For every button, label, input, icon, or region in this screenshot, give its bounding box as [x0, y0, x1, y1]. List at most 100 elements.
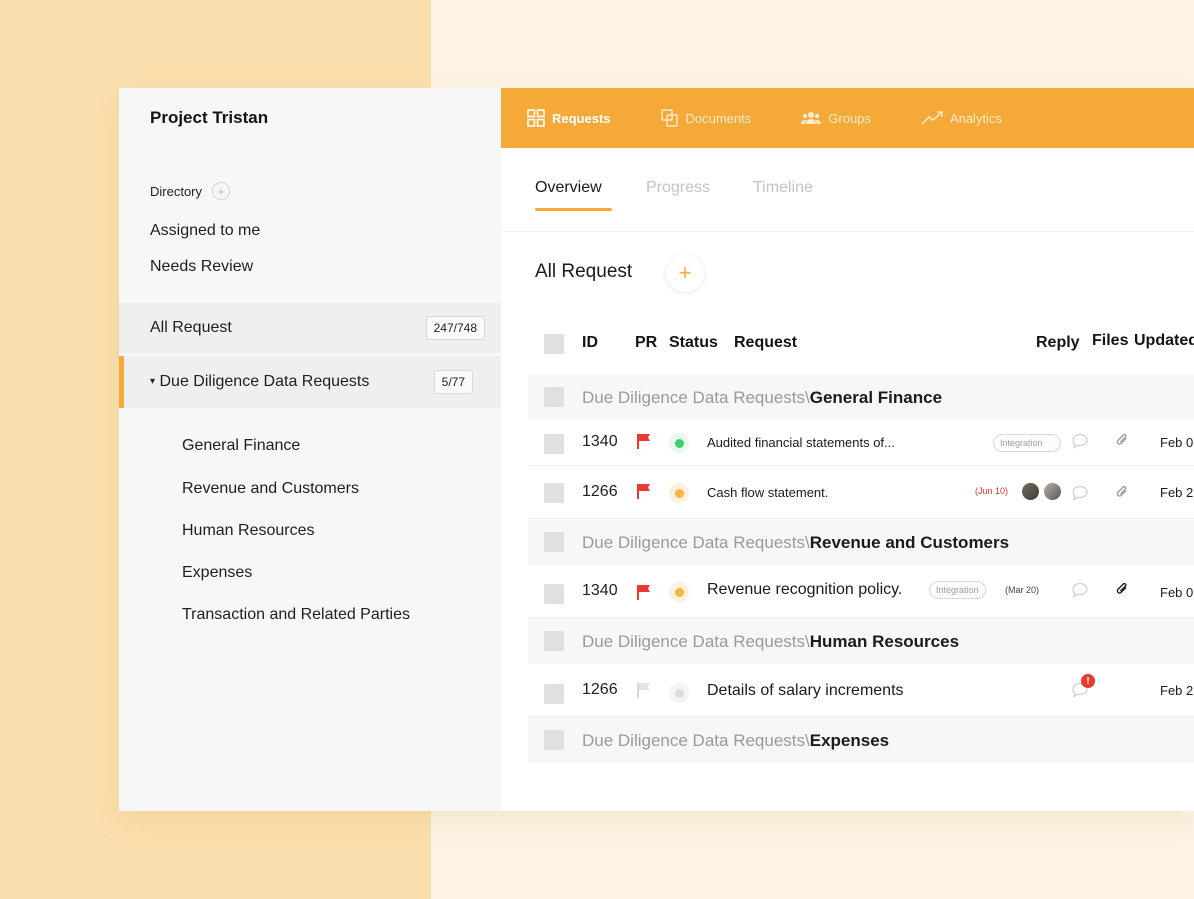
directory-label: Directory	[150, 183, 203, 199]
status-indicator[interactable]	[669, 683, 689, 703]
comment-icon[interactable]	[1071, 485, 1089, 502]
active-indicator	[119, 356, 124, 408]
sidebar-subitem-revenue-and-customers[interactable]: Revenue and Customers	[182, 480, 359, 498]
row-checkbox[interactable]	[544, 483, 564, 503]
sidebar-item-assigned-to-me[interactable]: Assigned to me	[150, 222, 260, 240]
add-directory-button[interactable]: +	[212, 182, 231, 200]
select-all-checkbox[interactable]	[544, 334, 564, 354]
row-checkbox[interactable]	[544, 387, 564, 407]
tab-timeline[interactable]: Timeline	[753, 179, 813, 197]
status-indicator[interactable]	[669, 483, 689, 503]
attachment-icon[interactable]	[1115, 432, 1129, 448]
avatar[interactable]	[1020, 481, 1041, 502]
row-checkbox[interactable]	[544, 584, 564, 604]
table-row[interactable]: 1266 Cash flow statement. (Jun 10) Feb 2	[528, 467, 1194, 519]
nav-requests[interactable]: Requests	[527, 109, 611, 127]
request-id: 1266	[582, 681, 618, 698]
group-row-revenue-and-customers[interactable]: Due Diligence Data Requests\Revenue and …	[528, 519, 1194, 565]
request-text[interactable]: Audited financial statements of...	[707, 435, 895, 450]
nav-label: Documents	[685, 110, 752, 126]
active-tab-underline	[535, 208, 612, 211]
request-text[interactable]: Cash flow statement.	[707, 485, 828, 500]
row-checkbox[interactable]	[544, 631, 564, 651]
request-id: 1266	[582, 483, 618, 500]
column-header-id[interactable]: ID	[582, 334, 598, 352]
app-window: Project Tristan Directory + Assigned to …	[119, 88, 1194, 811]
integration-tag: Integration	[993, 434, 1061, 452]
group-row-expenses[interactable]: Due Diligence Data Requests\Expenses	[528, 717, 1194, 763]
column-header-request[interactable]: Request	[734, 334, 797, 352]
group-prefix: Due Diligence Data Requests	[582, 731, 806, 750]
groups-icon	[801, 112, 822, 124]
column-header-files[interactable]: Files	[1092, 332, 1128, 350]
add-request-button[interactable]: +	[666, 254, 704, 292]
count-badge: 247/748	[425, 316, 485, 340]
row-checkbox[interactable]	[544, 730, 564, 750]
sidebar-subitem-general-finance[interactable]: General Finance	[182, 437, 300, 455]
column-header-pr[interactable]: PR	[635, 334, 657, 352]
comment-icon[interactable]	[1071, 582, 1089, 599]
column-header-reply[interactable]: Reply	[1036, 334, 1080, 352]
group-label: Due Diligence Data Requests\General Fina…	[582, 388, 942, 408]
updated-date: Feb 0	[1160, 585, 1194, 600]
sidebar-subitem-human-resources[interactable]: Human Resources	[182, 522, 315, 540]
nav-groups[interactable]: Groups	[801, 110, 871, 126]
group-label: Due Diligence Data Requests\Human Resour…	[582, 632, 959, 652]
caret-down-icon[interactable]: ▾	[150, 376, 155, 387]
comment-icon[interactable]	[1071, 433, 1089, 450]
group-name: Revenue and Customers	[809, 533, 1010, 552]
analytics-icon	[921, 111, 943, 125]
priority-flag-icon[interactable]	[636, 682, 652, 703]
table-row[interactable]: 1266 Details of salary increments ! Feb …	[528, 664, 1194, 717]
sidebar-item-label: ▾ Due Diligence Data Requests	[150, 373, 369, 391]
integration-tag: Integration	[929, 581, 986, 599]
group-name: Human Resources	[809, 632, 960, 651]
sidebar-item-all-request[interactable]: All Request 247/748	[119, 303, 501, 353]
group-row-general-finance[interactable]: Due Diligence Data Requests\General Fina…	[528, 374, 1194, 420]
sidebar-item-needs-review[interactable]: Needs Review	[150, 258, 253, 276]
group-prefix: Due Diligence Data Requests	[582, 388, 806, 407]
avatar[interactable]	[1042, 481, 1063, 502]
nav-documents[interactable]: Documents	[660, 109, 752, 127]
status-dot	[674, 587, 684, 597]
view-tabs: Overview Progress Timeline	[501, 148, 1194, 232]
status-dot	[674, 438, 684, 448]
updated-date: Feb 2	[1160, 485, 1194, 500]
row-checkbox[interactable]	[544, 684, 564, 704]
row-checkbox[interactable]	[544, 434, 564, 454]
updated-date: Feb 0	[1160, 435, 1194, 450]
column-header-status[interactable]: Status	[669, 334, 718, 352]
documents-icon	[660, 109, 678, 127]
request-text[interactable]: Details of salary increments	[707, 682, 904, 700]
attachment-icon[interactable]	[1115, 581, 1129, 597]
due-date: (Mar 20)	[1005, 585, 1040, 595]
nav-label: Analytics	[949, 110, 1002, 126]
due-date: (Jun 10)	[975, 486, 1009, 496]
attachment-icon[interactable]	[1115, 484, 1129, 500]
table-row[interactable]: 1340 Audited financial statements of... …	[528, 420, 1194, 466]
row-checkbox[interactable]	[544, 532, 564, 552]
priority-flag-icon[interactable]	[636, 584, 652, 605]
alert-badge-icon[interactable]: !	[1081, 674, 1095, 688]
sidebar-subitem-transaction-and-related-parties[interactable]: Transaction and Related Parties	[182, 606, 410, 624]
sidebar-item-due-diligence[interactable]: ▾ Due Diligence Data Requests 5/77	[119, 356, 501, 408]
priority-flag-icon[interactable]	[636, 483, 652, 504]
project-title: Project Tristan	[150, 108, 269, 127]
group-row-human-resources[interactable]: Due Diligence Data Requests\Human Resour…	[528, 618, 1194, 664]
request-text[interactable]: Revenue recognition policy.	[707, 581, 902, 599]
tab-progress[interactable]: Progress	[646, 179, 710, 197]
nav-analytics[interactable]: Analytics	[921, 111, 1002, 126]
top-navigation: Requests Documents Groups Analytics	[501, 88, 1194, 148]
column-header-updated[interactable]: Updated	[1134, 332, 1194, 350]
nav-label: Groups	[828, 110, 871, 126]
sidebar-item-text: Due Diligence Data Requests	[159, 373, 370, 390]
request-id: 1340	[582, 433, 618, 450]
status-indicator[interactable]	[669, 433, 689, 453]
grid-icon	[527, 109, 545, 127]
priority-flag-icon[interactable]	[636, 433, 652, 454]
tab-overview[interactable]: Overview	[535, 179, 602, 197]
group-name: General Finance	[809, 388, 943, 407]
sidebar-subitem-expenses[interactable]: Expenses	[182, 564, 252, 582]
status-indicator[interactable]	[669, 582, 689, 602]
table-row[interactable]: 1340 Revenue recognition policy. Integra…	[528, 565, 1194, 618]
